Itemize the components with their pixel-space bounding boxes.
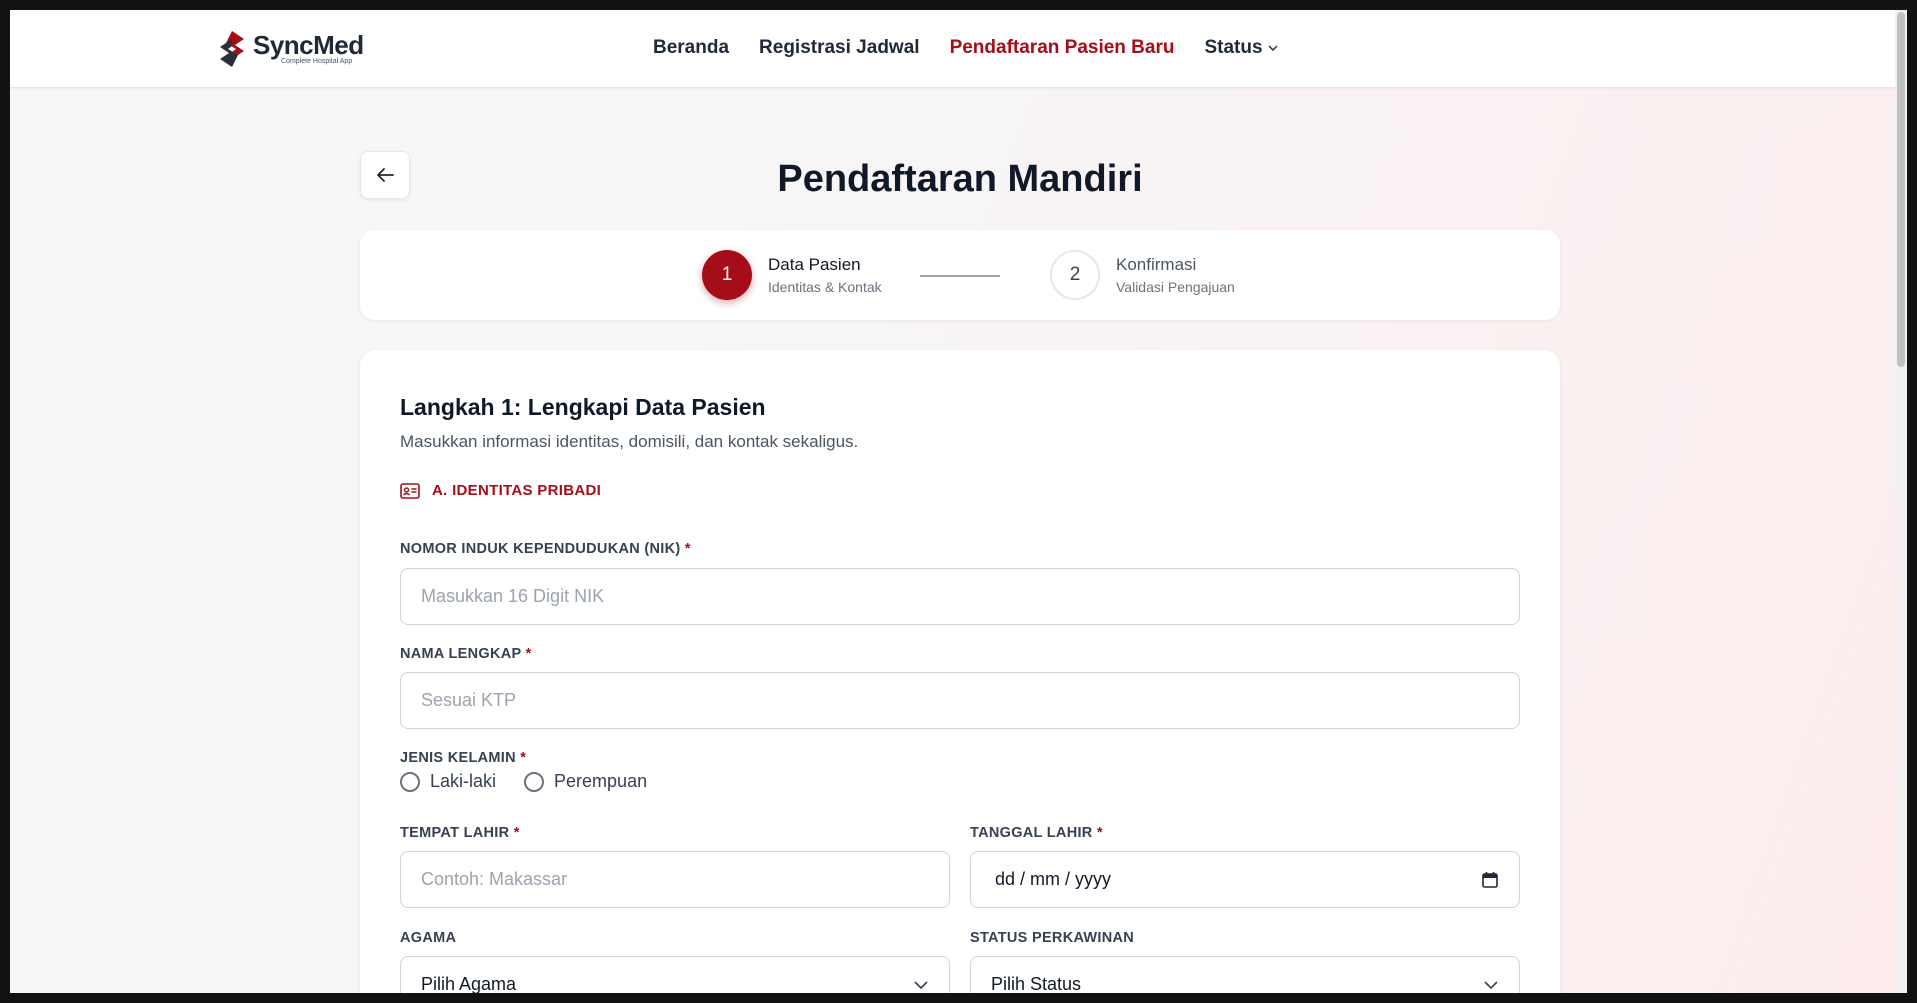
main-nav: Beranda Registrasi Jadwal Pendaftaran Pa… (653, 37, 1279, 59)
step-connector (920, 275, 1000, 277)
chevron-down-icon (1268, 45, 1278, 51)
syncmed-logo-icon (220, 31, 244, 67)
required-mark: * (684, 541, 691, 557)
status-perkawinan-label: STATUS PERKAWINAN (970, 930, 1134, 946)
nik-input[interactable] (400, 568, 1520, 625)
radio-circle (400, 771, 420, 792)
tempat-lahir-label-text: TEMPAT LAHIR (400, 825, 510, 841)
tanggal-lahir-input[interactable]: dd / mm / yyyy (970, 851, 1520, 908)
gender-label: JENIS KELAMIN * (400, 750, 526, 766)
required-mark: * (1096, 825, 1103, 841)
brand-name: SyncMed (253, 30, 364, 60)
step-2-subtitle: Validasi Pengajuan (1116, 279, 1235, 295)
agama-selected-value: Pilih Agama (421, 974, 517, 993)
navbar: SyncMed Complete Hospital App Beranda Re… (10, 10, 1907, 88)
nama-label: NAMA LENGKAP * (400, 646, 532, 662)
id-card-icon (400, 482, 420, 499)
nav-pendaftaran-pasien-baru[interactable]: Pendaftaran Pasien Baru (950, 37, 1175, 59)
tempat-lahir-input[interactable] (400, 851, 950, 908)
patient-form-card: Langkah 1: Lengkapi Data Pasien Masukkan… (360, 350, 1560, 993)
agama-label: AGAMA (400, 930, 456, 946)
scrollbar-thumb[interactable] (1897, 12, 1905, 367)
gender-radio-group: Laki-laki Perempuan (400, 771, 647, 792)
step-1-title: Data Pasien (768, 255, 861, 274)
step-data-pasien[interactable]: 1 Data Pasien Identitas & Kontak (702, 250, 882, 300)
brand-logo[interactable]: SyncMed Complete Hospital App (217, 30, 364, 68)
nav-registrasi-jadwal[interactable]: Registrasi Jadwal (759, 37, 920, 59)
nama-lengkap-input[interactable] (400, 672, 1520, 729)
page-scrollbar[interactable] (1895, 10, 1907, 993)
gender-label-text: JENIS KELAMIN (400, 750, 516, 766)
nik-label: NOMOR INDUK KEPENDUDUKAN (NIK) * (400, 541, 691, 557)
nav-status-label: Status (1204, 37, 1263, 58)
radio-perempuan[interactable]: Perempuan (524, 771, 647, 792)
nik-label-text: NOMOR INDUK KEPENDUDUKAN (NIK) (400, 541, 681, 557)
tanggal-lahir-value: dd / mm / yyyy (995, 869, 1112, 889)
section-a-label: A. IDENTITAS PRIBADI (432, 482, 602, 499)
tempat-lahir-label: TEMPAT LAHIR * (400, 825, 520, 841)
nama-label-text: NAMA LENGKAP (400, 646, 522, 662)
step-konfirmasi[interactable]: 2 Konfirmasi Validasi Pengajuan (1050, 250, 1235, 300)
radio-perempuan-label: Perempuan (554, 771, 648, 791)
nav-status[interactable]: Status (1204, 37, 1278, 59)
radio-laki-laki-label: Laki-laki (430, 771, 497, 791)
stepper: 1 Data Pasien Identitas & Kontak 2 Konfi… (360, 230, 1560, 320)
required-mark: * (525, 646, 532, 662)
required-mark: * (513, 825, 520, 841)
chevron-down-icon (914, 980, 928, 989)
browser-viewport: SyncMed Complete Hospital App Beranda Re… (10, 10, 1907, 993)
nav-beranda[interactable]: Beranda (653, 37, 729, 59)
agama-select[interactable]: Pilih Agama (400, 956, 950, 993)
tanggal-lahir-label: TANGGAL LAHIR * (970, 825, 1103, 841)
step-2-title: Konfirmasi (1116, 255, 1197, 274)
radio-circle (524, 771, 545, 792)
form-subtitle: Masukkan informasi identitas, domisili, … (400, 432, 859, 451)
form-title: Langkah 1: Lengkapi Data Pasien (400, 394, 766, 420)
required-mark: * (520, 750, 527, 766)
page-title: Pendaftaran Mandiri (777, 158, 1143, 200)
step-1-circle: 1 (702, 250, 752, 300)
chevron-down-icon (1484, 980, 1498, 989)
radio-laki-laki[interactable]: Laki-laki (400, 771, 496, 792)
agama-label-text: AGAMA (400, 930, 457, 946)
tanggal-lahir-label-text: TANGGAL LAHIR (970, 825, 1093, 841)
brand-tagline: Complete Hospital App (281, 58, 353, 65)
calendar-icon[interactable] (1481, 871, 1499, 889)
status-perkawinan-label-text: STATUS PERKAWINAN (970, 930, 1135, 946)
step-2-circle: 2 (1050, 250, 1100, 300)
step-1-subtitle: Identitas & Kontak (768, 279, 882, 295)
section-identitas-pribadi: A. IDENTITAS PRIBADI (400, 482, 601, 499)
status-perkawinan-selected-value: Pilih Status (991, 974, 1082, 993)
status-perkawinan-select[interactable]: Pilih Status (970, 956, 1520, 993)
